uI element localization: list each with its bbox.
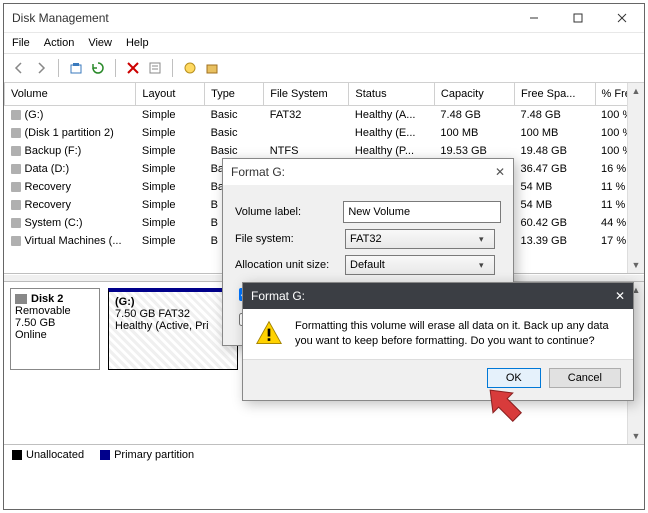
col-status[interactable]: Status [349, 83, 435, 106]
confirm-dialog: Format G: ✕ Formatting this volume will … [242, 282, 634, 401]
pointer-arrow-icon [475, 380, 535, 430]
disk-header[interactable]: Disk 2 Removable 7.50 GB Online [10, 288, 100, 370]
file-system-label: File system: [235, 233, 345, 245]
allocation-unit-label: Allocation unit size: [235, 259, 345, 271]
partition-fs: 7.50 GB FAT32 [115, 308, 190, 320]
warning-icon [255, 319, 283, 347]
volume-icon [11, 236, 21, 246]
legend-primary: Primary partition [100, 449, 194, 461]
disk-label: Disk 2 [31, 293, 63, 305]
forward-icon[interactable] [32, 59, 50, 77]
scroll-up-icon[interactable]: ▲ [628, 83, 644, 99]
disk-state: Online [15, 329, 95, 341]
delete-icon[interactable] [124, 59, 142, 77]
volume-icon [11, 110, 21, 120]
menu-view[interactable]: View [88, 37, 112, 49]
confirm-title-text: Format G: [251, 289, 305, 303]
vertical-scrollbar[interactable]: ▲ ▼ [627, 83, 644, 273]
menu-help[interactable]: Help [126, 37, 149, 49]
col-capacity[interactable]: Capacity [434, 83, 514, 106]
legend-unallocated: Unallocated [12, 449, 84, 461]
volume-icon [11, 128, 21, 138]
cancel-button[interactable]: Cancel [549, 368, 621, 388]
properties-icon[interactable] [146, 59, 164, 77]
legend: Unallocated Primary partition [4, 444, 644, 465]
col-layout[interactable]: Layout [136, 83, 205, 106]
toolbar [4, 54, 644, 83]
volume-icon [11, 182, 21, 192]
volume-icon [11, 218, 21, 228]
rescan-icon[interactable] [89, 59, 107, 77]
dialog-title-text: Format G: [231, 165, 285, 179]
file-system-select[interactable]: FAT32 [345, 229, 495, 249]
partition-drive: (G:) [115, 296, 135, 308]
refresh-icon[interactable] [67, 59, 85, 77]
volume-label-input[interactable] [343, 201, 501, 223]
disk-kind: Removable [15, 305, 95, 317]
close-button[interactable] [600, 4, 644, 32]
help-icon[interactable] [181, 59, 199, 77]
confirm-dialog-titlebar[interactable]: Format G: ✕ [243, 283, 633, 309]
confirm-message: Formatting this volume will erase all da… [295, 319, 621, 349]
menu-action[interactable]: Action [44, 37, 75, 49]
action-icon[interactable] [203, 59, 221, 77]
col-type[interactable]: Type [205, 83, 264, 106]
maximize-button[interactable] [556, 4, 600, 32]
format-dialog-title[interactable]: Format G: ✕ [223, 159, 513, 185]
volume-icon [11, 164, 21, 174]
scroll-down-icon[interactable]: ▼ [628, 428, 644, 444]
table-row[interactable]: (Disk 1 partition 2)SimpleBasicHealthy (… [5, 124, 644, 142]
separator-icon [172, 59, 173, 77]
separator-icon [58, 59, 59, 77]
volume-label-label: Volume label: [235, 206, 343, 218]
menu-bar: File Action View Help [4, 33, 644, 54]
col-fs[interactable]: File System [264, 83, 349, 106]
table-row[interactable]: (G:)SimpleBasicFAT32Healthy (A...7.48 GB… [5, 106, 644, 125]
close-icon[interactable]: ✕ [615, 289, 625, 303]
partition-status: Healthy (Active, Pri [115, 320, 209, 332]
window-title: Disk Management [12, 11, 512, 25]
scroll-down-icon[interactable]: ▼ [628, 257, 644, 273]
separator-icon [115, 59, 116, 77]
close-icon[interactable]: ✕ [495, 165, 505, 179]
disk-size: 7.50 GB [15, 317, 95, 329]
menu-file[interactable]: File [12, 37, 30, 49]
titlebar[interactable]: Disk Management [4, 4, 644, 33]
volume-icon [11, 200, 21, 210]
partition-g[interactable]: (G:) 7.50 GB FAT32 Healthy (Active, Pri [108, 288, 238, 370]
col-free[interactable]: Free Spa... [514, 83, 595, 106]
minimize-button[interactable] [512, 4, 556, 32]
col-volume[interactable]: Volume [5, 83, 136, 106]
allocation-unit-select[interactable]: Default [345, 255, 495, 275]
volume-icon [11, 146, 21, 156]
back-icon[interactable] [10, 59, 28, 77]
disk-icon [15, 294, 27, 304]
